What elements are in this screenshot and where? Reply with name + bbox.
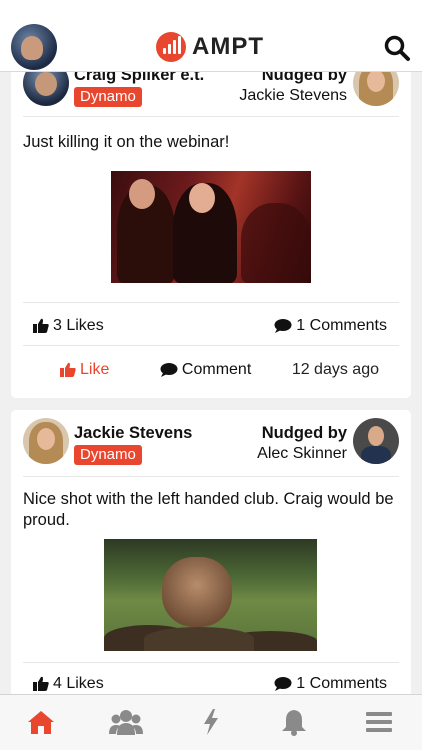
divider [23, 345, 399, 346]
author-avatar[interactable] [23, 72, 69, 106]
post-gif[interactable] [104, 539, 317, 651]
nudged-by[interactable]: Nudged by Alec Skinner [257, 418, 399, 464]
nudged-by-label: Nudged by [261, 72, 347, 84]
comments-text: 1 Comments [296, 675, 387, 692]
comments-text: 1 Comments [296, 317, 387, 334]
divider [23, 662, 399, 663]
level-badge: Dynamo [74, 87, 142, 107]
top-bar: AMPT [0, 0, 422, 72]
tab-team[interactable] [109, 707, 143, 737]
speech-bubble-icon [274, 677, 292, 691]
divider [23, 116, 399, 117]
home-icon [28, 711, 54, 734]
nudged-by-label: Nudged by [261, 424, 347, 442]
speech-bubble-icon [274, 319, 292, 333]
post-author[interactable]: Jackie Stevens Dynamo [23, 418, 192, 465]
nudger-name[interactable]: Jackie Stevens [239, 87, 347, 105]
thumbs-up-icon [60, 362, 76, 377]
thumbs-up-icon [33, 676, 49, 691]
post-gif[interactable] [111, 171, 311, 283]
divider [23, 302, 399, 303]
post-card: Craig Spilker e.t. Dynamo Nudged by Jack… [11, 72, 411, 398]
like-label: Like [80, 361, 110, 378]
hamburger-icon [366, 712, 392, 732]
speech-bubble-icon [160, 363, 178, 377]
tab-notifications[interactable] [277, 707, 311, 737]
bottom-tab-bar [0, 694, 422, 750]
post-text: Nice shot with the left handed club. Cra… [23, 490, 394, 529]
logo-bars-icon [156, 32, 186, 62]
user-avatar[interactable] [11, 24, 57, 70]
comments-count[interactable]: 1 Comments [274, 317, 387, 335]
post-stats: 3 Likes 1 Comments [23, 314, 399, 338]
nudged-by[interactable]: Nudged by Jackie Stevens [239, 72, 399, 106]
bell-icon [282, 710, 306, 736]
thumbs-up-icon [33, 318, 49, 333]
nudger-name[interactable]: Alec Skinner [257, 445, 347, 463]
feed[interactable]: Craig Spilker e.t. Dynamo Nudged by Jack… [0, 72, 422, 694]
comment-button[interactable]: Comment [160, 361, 251, 379]
tab-menu[interactable] [362, 707, 396, 737]
tab-activity[interactable] [194, 707, 228, 737]
logo-text: AMPT [192, 33, 264, 60]
author-avatar[interactable] [23, 418, 69, 464]
level-badge: Dynamo [74, 445, 142, 465]
likes-text: 4 Likes [53, 675, 104, 692]
app-logo: AMPT [156, 31, 264, 63]
post-stats: 4 Likes 1 Comments [23, 672, 399, 694]
comments-count[interactable]: 1 Comments [274, 675, 387, 693]
post-author[interactable]: Craig Spilker e.t. Dynamo [23, 72, 204, 107]
likes-count[interactable]: 4 Likes [33, 675, 104, 693]
bolt-icon [204, 709, 218, 735]
likes-text: 3 Likes [53, 317, 104, 334]
like-button[interactable]: Like [60, 361, 109, 379]
post-text: Just killing it on the webinar! [23, 133, 230, 151]
nudger-avatar[interactable] [353, 418, 399, 464]
post-actions: Like Comment 12 days ago [23, 358, 399, 382]
divider [23, 476, 399, 477]
post-timestamp: 12 days ago [291, 361, 379, 378]
nudger-avatar[interactable] [353, 72, 399, 106]
search-icon[interactable] [383, 34, 411, 62]
group-icon [109, 710, 143, 735]
likes-count[interactable]: 3 Likes [33, 317, 104, 335]
author-name[interactable]: Jackie Stevens [74, 424, 192, 443]
post-card: Jackie Stevens Dynamo Nudged by Alec Ski… [11, 410, 411, 694]
comment-label: Comment [181, 361, 252, 378]
tab-home[interactable] [24, 707, 58, 737]
author-name[interactable]: Craig Spilker e.t. [74, 72, 204, 85]
